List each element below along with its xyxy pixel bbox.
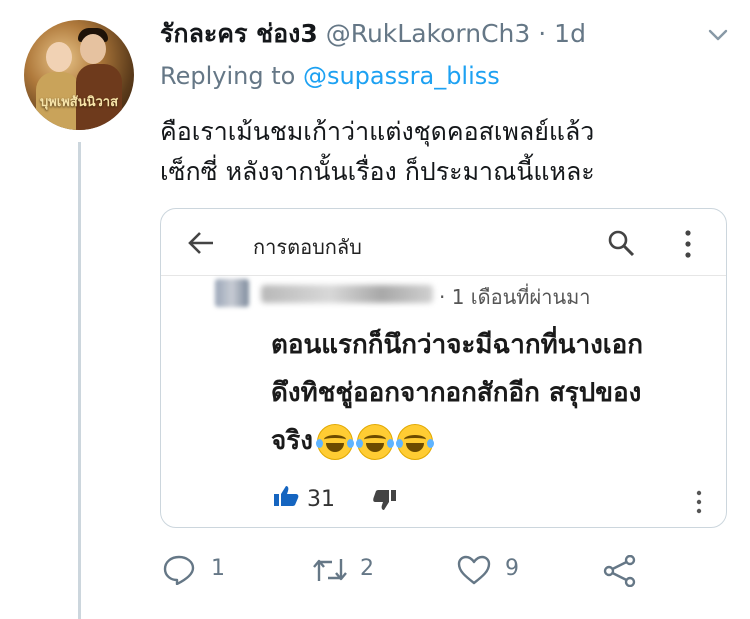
tweet-text-line: คือเราเม้นชมเก้าว่าแต่งชุดคอสเพลย์แล้ว — [160, 117, 595, 146]
comment-text: ตอนแรกก็นึกว่าจะมีฉากที่นางเอก ดึงทิชชู่… — [271, 321, 711, 465]
screenshot-title: การตอบกลับ — [253, 235, 362, 259]
retweet-count: 2 — [360, 556, 374, 581]
profile-avatar[interactable]: บุพเพสันนิวาส — [24, 20, 134, 130]
share-icon — [603, 555, 636, 587]
comment-line: ตอนแรกก็นึกว่าจะมีฉากที่นางเอก — [271, 330, 644, 360]
attached-image[interactable]: การตอบกลับ · 1 เดือนที่ผ่านมา ตอนแรกก็นึ… — [160, 208, 727, 528]
reply-icon — [163, 555, 195, 585]
screenshot-divider — [161, 275, 726, 276]
tweet-timestamp[interactable]: 1d — [554, 19, 586, 48]
replying-prefix: Replying to — [160, 62, 296, 90]
replying-mention-link[interactable]: @supassra_bliss — [303, 62, 500, 90]
replying-to: Replying to @supassra_bliss — [160, 62, 500, 90]
avatar-logo-text: บุพเพสันนิวาส — [39, 95, 119, 110]
tweet-header: รักละคร ช่อง3 @RukLakornCh3 · 1d — [160, 14, 586, 54]
tweet-text: คือเราเม้นชมเก้าว่าแต่งชุดคอสเพลย์แล้ว เ… — [160, 112, 730, 192]
reply-count: 1 — [211, 556, 225, 581]
share-button[interactable] — [603, 552, 639, 587]
blurred-avatar — [215, 279, 249, 307]
retweet-icon — [313, 559, 347, 581]
back-arrow-icon — [188, 232, 213, 254]
thread-line — [78, 142, 81, 619]
face-with-tears-of-joy-icon — [395, 423, 434, 460]
avatar-face-left — [46, 42, 72, 72]
face-with-tears-of-joy-icon — [315, 423, 354, 460]
avatar-face-right — [80, 34, 106, 64]
reply-button[interactable]: 1 — [163, 552, 253, 586]
thumbs-down-icon — [373, 490, 396, 510]
blurred-username — [261, 285, 433, 303]
retweet-button[interactable]: 2 — [312, 552, 402, 586]
tweet-text-line: เซ็กซี่ หลังจากนั้นเรื่อง ก็ประมาณนี้แหล… — [160, 157, 595, 186]
comment-line-last: จริง — [271, 417, 711, 465]
like-count: 9 — [505, 556, 519, 581]
more-vertical-icon — [685, 230, 691, 258]
comment-line: จริง — [271, 426, 313, 456]
face-with-tears-of-joy-icon — [355, 423, 394, 460]
comment-line: ดึงทิชชู่ออกจากอกสักอีก สรุปของ — [271, 378, 642, 408]
search-icon — [608, 230, 635, 257]
comment-like-count: 31 — [307, 487, 335, 512]
comment-time-ago: · 1 เดือนที่ผ่านมา — [439, 285, 591, 309]
thumbs-up-icon — [274, 486, 299, 506]
more-vertical-icon — [696, 490, 702, 514]
display-name[interactable]: รักละคร ช่อง3 — [160, 19, 318, 48]
header-separator: · — [538, 19, 547, 48]
chevron-down-icon[interactable] — [708, 28, 728, 42]
heart-icon — [457, 555, 491, 585]
user-handle[interactable]: @RukLakornCh3 — [326, 19, 531, 48]
like-button[interactable]: 9 — [457, 552, 537, 586]
